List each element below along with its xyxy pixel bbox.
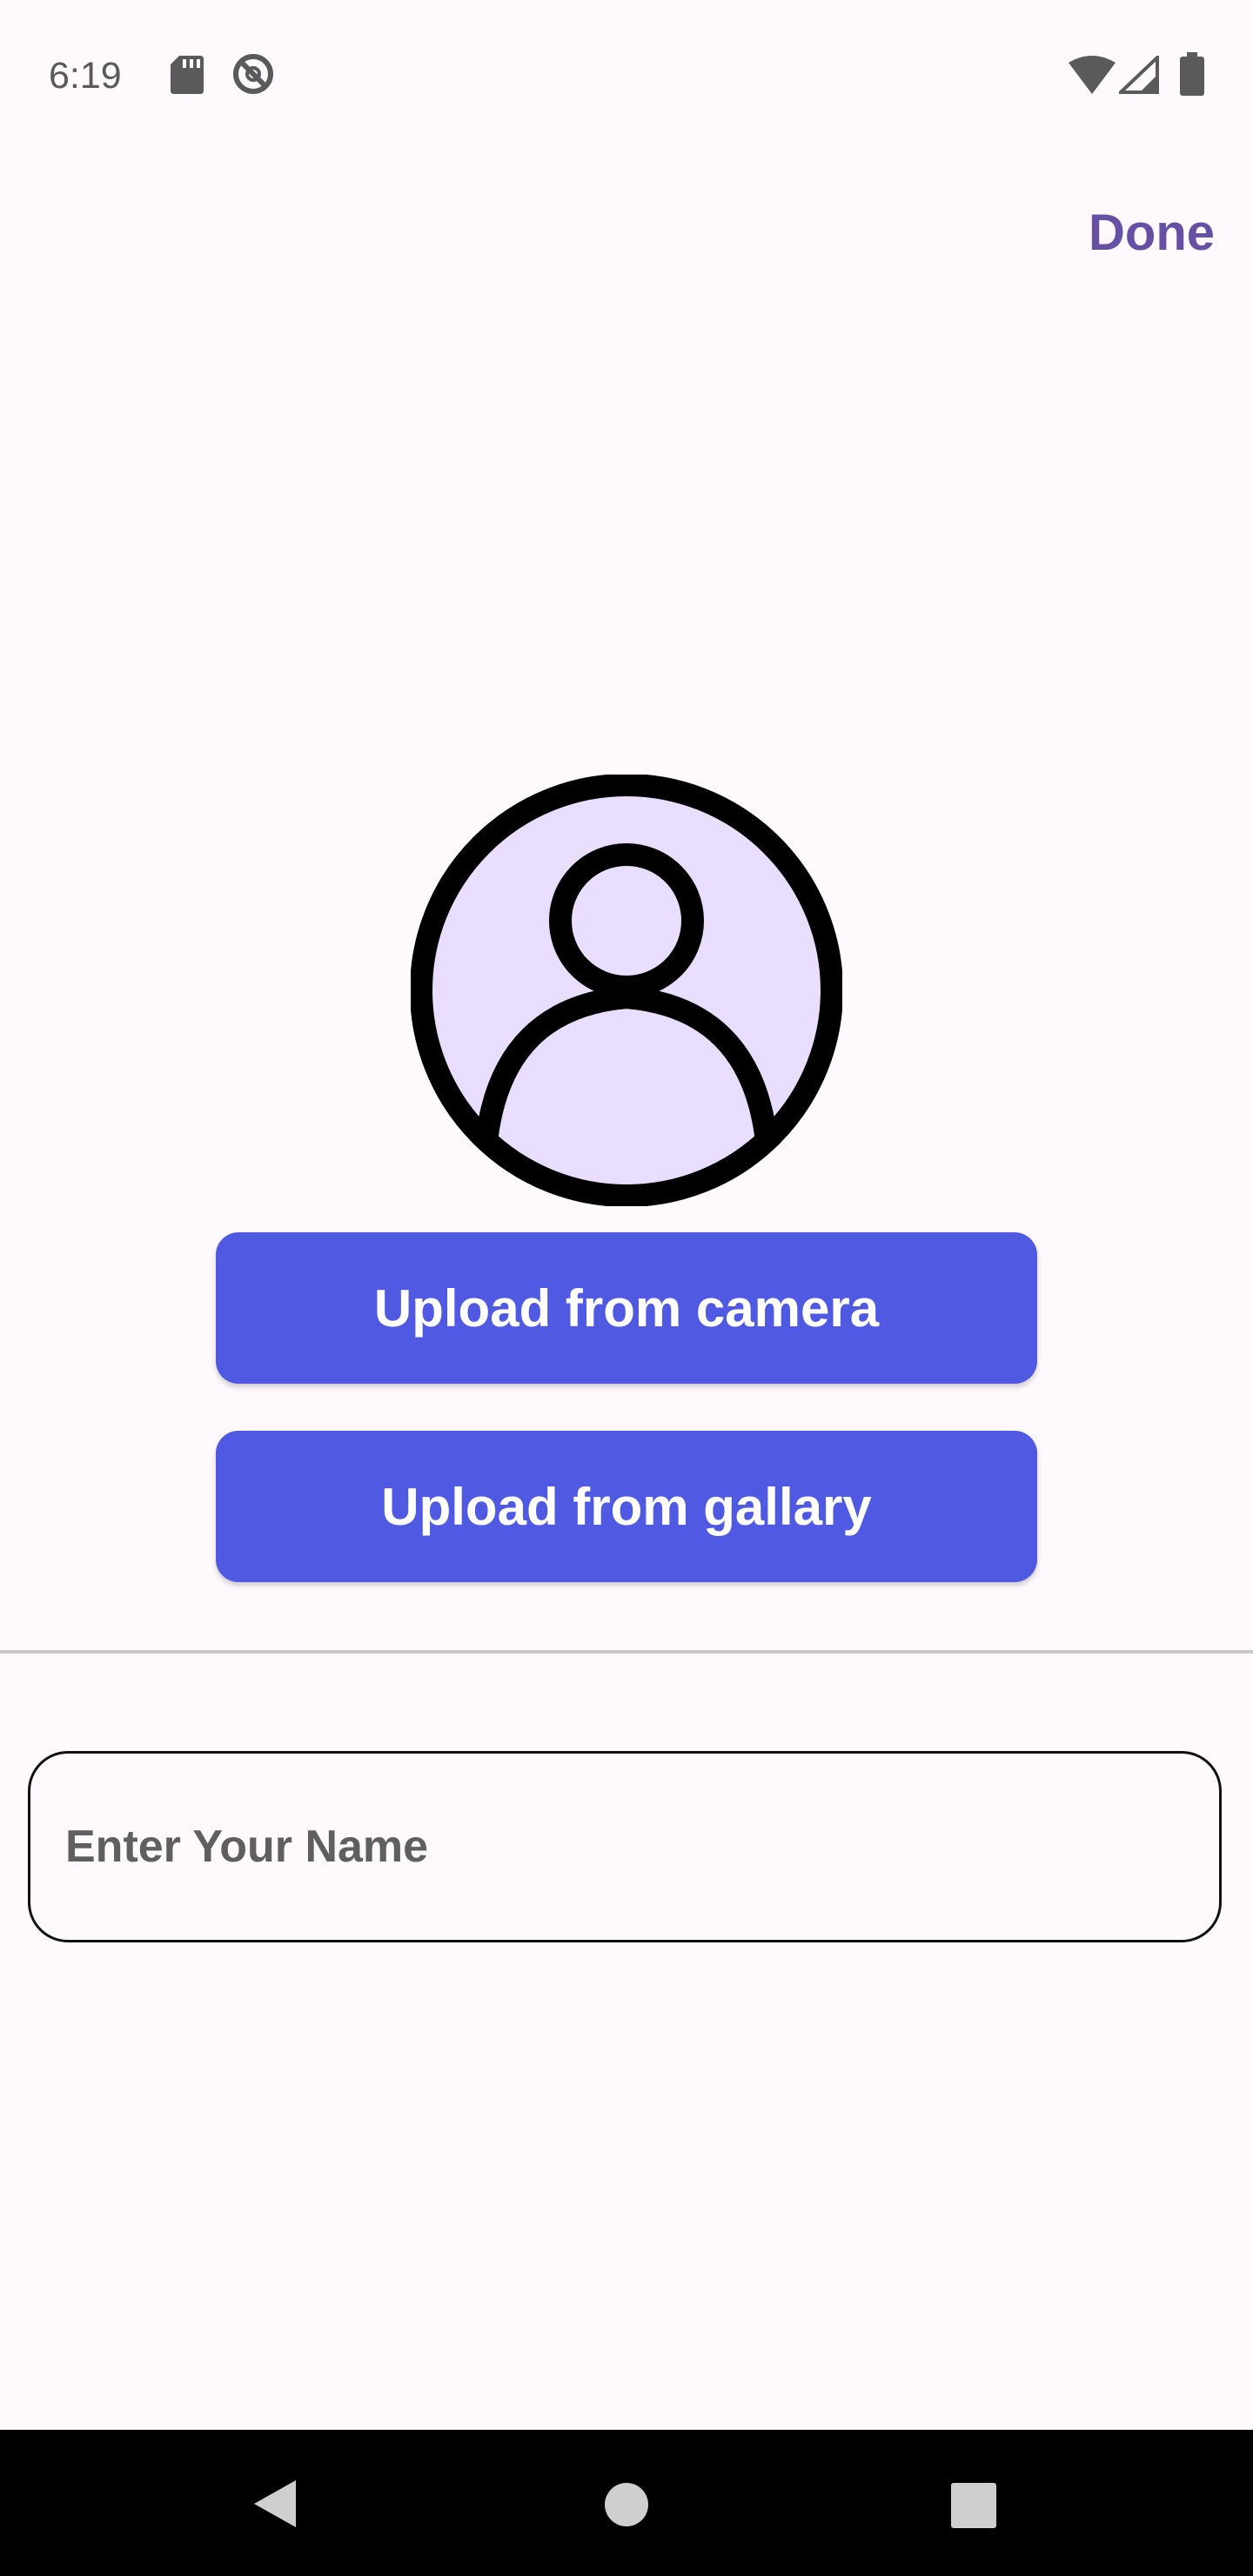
cell-signal-icon bbox=[1116, 53, 1159, 94]
upload-from-gallery-button[interactable]: Upload from gallary bbox=[216, 1431, 1037, 1582]
status-time: 6:19 bbox=[49, 55, 122, 97]
account-circle-icon bbox=[410, 774, 843, 1207]
recents-icon[interactable] bbox=[950, 2482, 997, 2529]
name-input[interactable] bbox=[65, 1754, 1162, 1940]
done-button[interactable]: Done bbox=[1089, 200, 1215, 266]
back-icon[interactable] bbox=[252, 2479, 298, 2529]
no-sync-icon bbox=[231, 52, 275, 96]
navigation-bar bbox=[0, 2430, 1253, 2576]
battery-icon bbox=[1180, 52, 1204, 96]
divider bbox=[0, 1650, 1253, 1654]
avatar[interactable] bbox=[410, 774, 843, 1207]
home-icon[interactable] bbox=[604, 2482, 649, 2527]
sd-card-icon bbox=[171, 56, 204, 94]
wifi-icon bbox=[1069, 56, 1116, 94]
upload-from-camera-button[interactable]: Upload from camera bbox=[216, 1232, 1037, 1384]
status-bar: 6:19 bbox=[0, 0, 1253, 148]
name-field[interactable] bbox=[28, 1751, 1222, 1942]
